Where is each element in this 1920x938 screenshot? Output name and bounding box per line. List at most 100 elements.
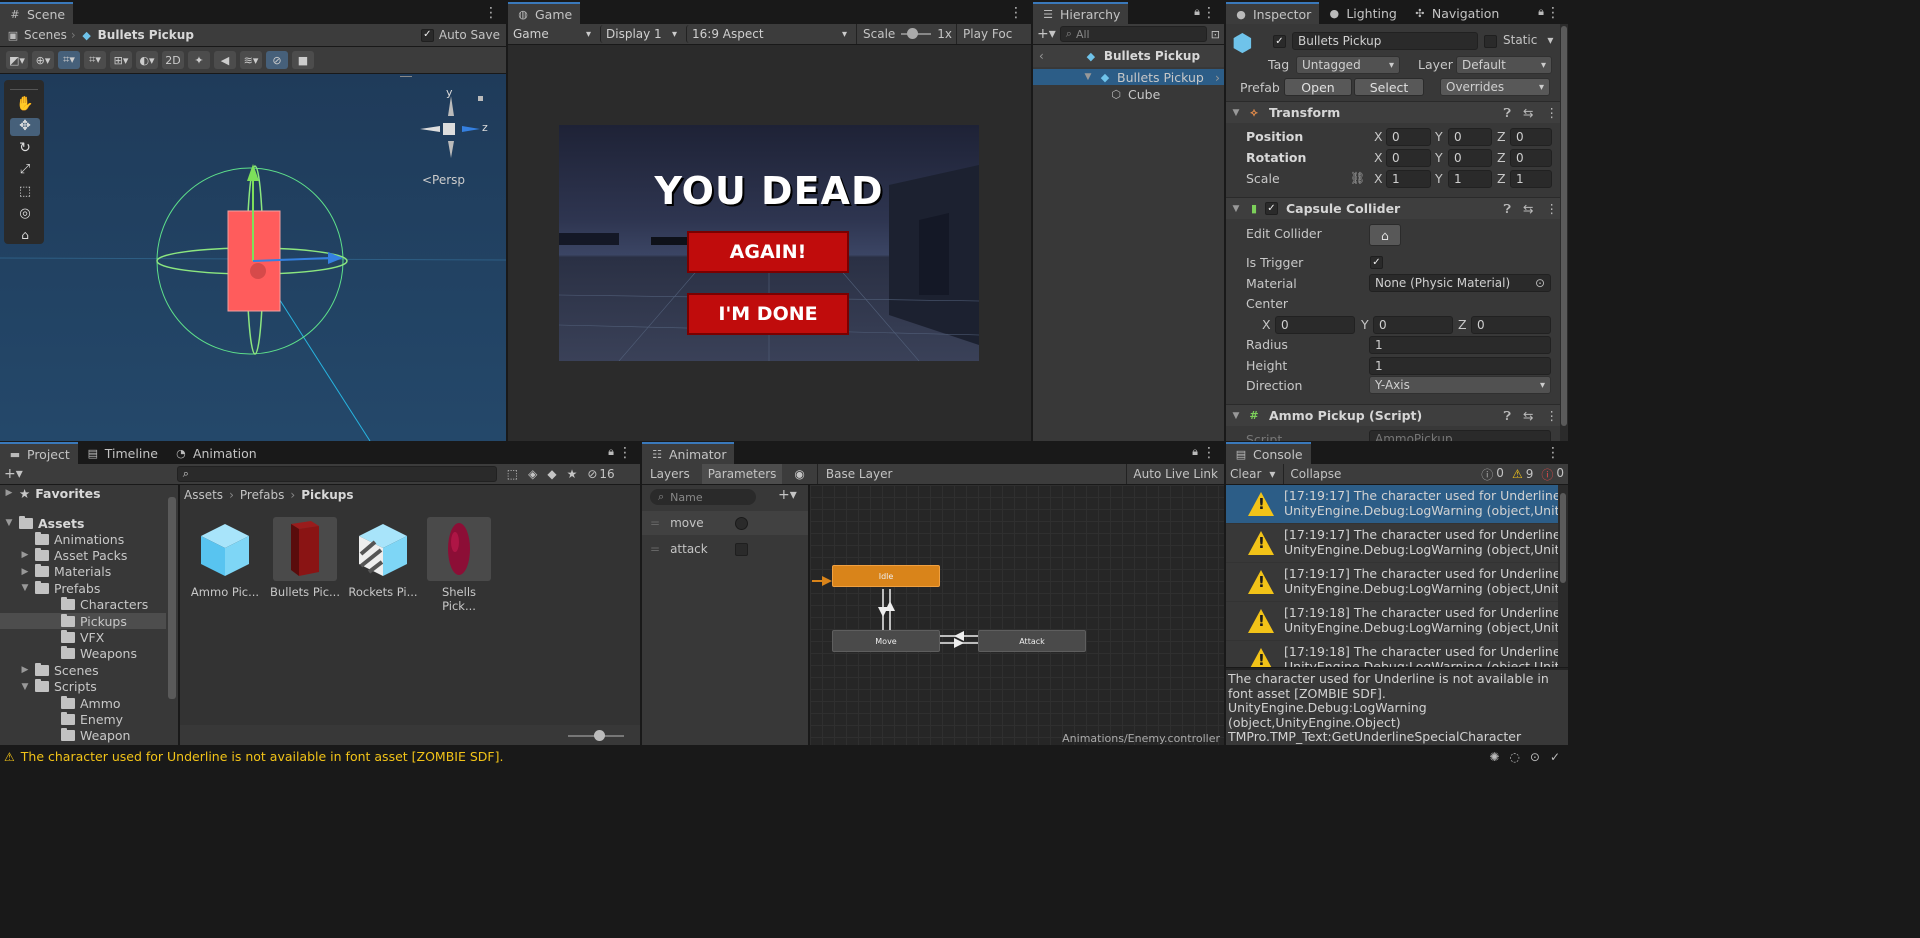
drag-handle-icon[interactable]: =: [650, 516, 660, 530]
help-icon[interactable]: ❓︎: [1504, 201, 1512, 217]
log-entry[interactable]: [17:19:18] The character used for Underl…: [1226, 602, 1568, 641]
collider-enabled-checkbox[interactable]: ✓: [1265, 202, 1278, 215]
center-y-field[interactable]: 0: [1373, 316, 1453, 334]
hierarchy-search-input[interactable]: ⌕ All: [1059, 26, 1207, 42]
rect-tool-icon[interactable]: ⬚: [10, 184, 40, 202]
height-field[interactable]: 1: [1369, 357, 1551, 375]
scene-visibility-icon[interactable]: ⊡: [1211, 28, 1220, 41]
lock-icon[interactable]: 🔒︎: [608, 445, 614, 459]
prefab-overrides-dropdown[interactable]: Overrides: [1440, 78, 1550, 96]
auto-save-checkbox[interactable]: ✓: [420, 28, 434, 42]
inspector-scrollbar[interactable]: [1560, 24, 1568, 441]
cache-icon[interactable]: ⊙: [1530, 750, 1540, 764]
active-checkbox[interactable]: ✓: [1273, 35, 1286, 48]
asset-shells-pickup[interactable]: Shells Pick...: [424, 517, 494, 613]
game-viewport[interactable]: YOU DEAD AGAIN! I'M DONE: [508, 45, 1031, 441]
static-dropdown[interactable]: Static ▾: [1503, 33, 1553, 47]
info-filter-button[interactable]: ⓘ 0: [1481, 466, 1504, 483]
lighting-status-icon[interactable]: ✺: [1489, 750, 1499, 764]
tree-item[interactable]: Weapons: [0, 646, 166, 662]
scale-y-field[interactable]: 1: [1448, 170, 1492, 188]
animator-graph[interactable]: Idle Move Attack Animations/Enemy.contro…: [810, 485, 1224, 745]
position-x-field[interactable]: 0: [1386, 128, 1431, 146]
edit-collider-button[interactable]: ⌂: [1369, 224, 1401, 246]
tree-item[interactable]: Animations: [0, 531, 166, 547]
center-z-field[interactable]: 0: [1471, 316, 1551, 334]
param-row-attack[interactable]: = attack: [642, 537, 808, 561]
scale-slider[interactable]: [901, 28, 932, 39]
search-label-icon[interactable]: ◈: [528, 467, 537, 481]
log-entry[interactable]: [17:19:18] The character used for Underl…: [1226, 641, 1568, 667]
log-entry[interactable]: [17:19:17] The character used for Underl…: [1226, 563, 1568, 602]
game-menu-icon[interactable]: ⋮: [1009, 5, 1023, 21]
tree-item[interactable]: Pickups: [0, 613, 166, 629]
preset-icon[interactable]: ⇆: [1523, 201, 1533, 217]
log-entry[interactable]: [17:19:17] The character used for Underl…: [1226, 524, 1568, 563]
hierarchy-item-bullets-pickup[interactable]: ▼ ◆ Bullets Pickup ›: [1033, 69, 1224, 85]
status-message[interactable]: The character used for Underline is not …: [21, 749, 504, 764]
ammo-pickup-header[interactable]: ▼ # Ammo Pickup (Script) ❓︎ ⇆ ⋮: [1226, 404, 1568, 426]
lock-icon[interactable]: 🔒︎: [1192, 445, 1198, 459]
tab-project[interactable]: ▬ Project: [0, 442, 78, 464]
warning-filter-button[interactable]: ⚠ 9: [1512, 467, 1533, 481]
rotate-tool-icon[interactable]: ↻: [10, 140, 40, 158]
scale-z-field[interactable]: 1: [1510, 170, 1552, 188]
prefab-select-button[interactable]: Select: [1354, 78, 1424, 96]
tree-item[interactable]: Characters: [0, 597, 166, 613]
state-move[interactable]: Move: [832, 630, 940, 652]
2d-button[interactable]: 2D: [162, 51, 184, 69]
tree-item[interactable]: ▼ Prefabs: [0, 580, 166, 596]
console-scrollbar[interactable]: [1558, 485, 1568, 667]
rotation-z-field[interactable]: 0: [1510, 149, 1552, 167]
camera-icon[interactable]: ■: [292, 51, 314, 69]
asset-ammo-pickup[interactable]: Ammo Pic...: [190, 517, 260, 599]
back-icon[interactable]: ‹: [1039, 49, 1044, 63]
component-menu-icon[interactable]: ⋮: [1546, 408, 1559, 424]
parameter-search-input[interactable]: ⌕ Name: [650, 489, 756, 505]
tag-dropdown[interactable]: Untagged: [1296, 56, 1400, 74]
again-button[interactable]: AGAIN!: [687, 231, 849, 273]
collapse-button[interactable]: Collapse: [1283, 464, 1347, 484]
shading-icon[interactable]: ◐▾: [136, 51, 158, 69]
tab-navigation[interactable]: ✣ Navigation: [1405, 2, 1507, 24]
layer-dropdown[interactable]: Default: [1456, 56, 1552, 74]
tree-favorites[interactable]: ▶ ★ Favorites: [4, 485, 101, 501]
tree-item[interactable]: Enemy: [0, 711, 166, 727]
parameters-tab[interactable]: Parameters: [701, 464, 783, 484]
pivot-icon[interactable]: ⌗▾: [58, 51, 80, 69]
move-bool-radio[interactable]: [735, 516, 748, 530]
state-idle[interactable]: Idle: [832, 565, 940, 587]
rotation-y-field[interactable]: 0: [1448, 149, 1492, 167]
param-row-move[interactable]: = move: [642, 511, 808, 535]
check-icon[interactable]: ✓: [1550, 750, 1560, 764]
hidden-objects-icon[interactable]: ⊘: [266, 51, 288, 69]
asset-rockets-pickup[interactable]: Rockets Pi...: [348, 517, 418, 599]
game-mode-dropdown[interactable]: Game: [508, 25, 596, 43]
transform-tool-icon[interactable]: ◎: [10, 206, 40, 224]
tab-hierarchy[interactable]: ☰ Hierarchy: [1033, 2, 1129, 24]
grid-snap-icon[interactable]: ⌗▾: [84, 51, 106, 69]
component-menu-icon[interactable]: ⋮: [1546, 201, 1559, 217]
project-menu-icon[interactable]: ⋮: [618, 445, 632, 461]
eye-icon[interactable]: ◉: [786, 467, 812, 481]
static-checkbox[interactable]: [1484, 35, 1497, 48]
component-menu-icon[interactable]: ⋮: [1546, 105, 1559, 121]
tree-item[interactable]: ▶ Asset Packs: [0, 547, 166, 563]
console-menu-icon[interactable]: ⋮: [1546, 445, 1560, 461]
tab-scene[interactable]: # Scene: [0, 2, 74, 24]
audio-icon[interactable]: ◀: [214, 51, 236, 69]
position-y-field[interactable]: 0: [1448, 128, 1492, 146]
path-prefabs[interactable]: Prefabs: [240, 488, 285, 502]
radius-field[interactable]: 1: [1369, 336, 1551, 354]
help-icon[interactable]: ❓︎: [1504, 105, 1512, 121]
position-z-field[interactable]: 0: [1510, 128, 1552, 146]
favorite-icon[interactable]: ★: [567, 467, 578, 481]
scale-tool-icon[interactable]: ⤢: [10, 162, 40, 180]
constrain-proportions-icon[interactable]: ⛓︎: [1350, 171, 1365, 185]
tab-game[interactable]: ◍ Game: [508, 2, 581, 24]
thumbnail-size-slider[interactable]: [568, 730, 624, 741]
lock-icon[interactable]: 🔒︎: [1194, 5, 1200, 19]
aspect-dropdown[interactable]: 16:9 Aspect: [686, 25, 852, 43]
scene-menu-icon[interactable]: ⋮: [484, 5, 498, 21]
attack-trigger-checkbox[interactable]: [735, 542, 748, 556]
